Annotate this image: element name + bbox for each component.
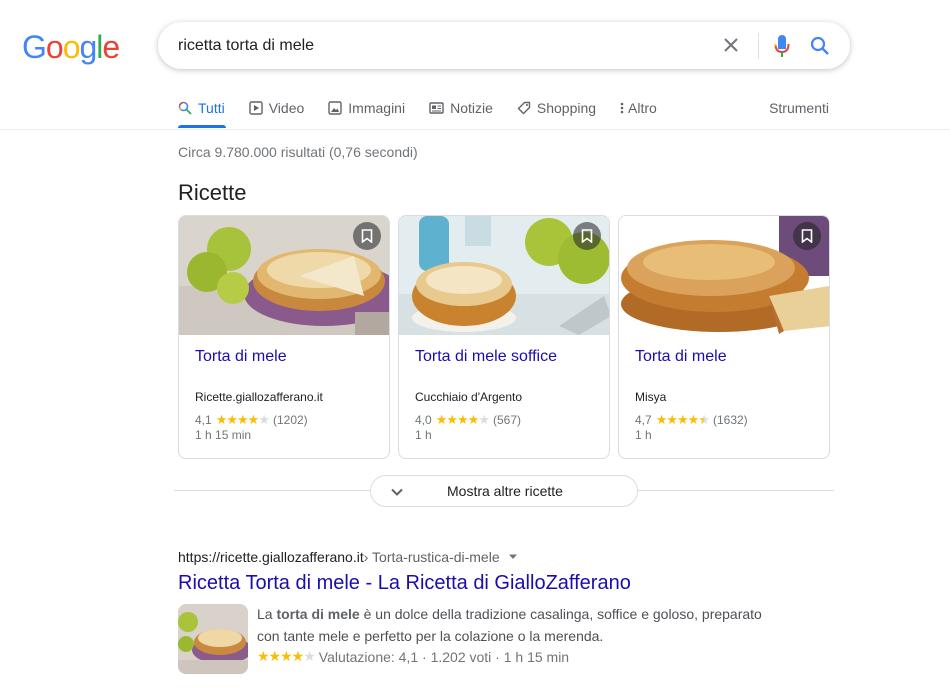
recipe-image	[399, 216, 609, 335]
recipe-source: Misya	[635, 390, 667, 404]
recipe-title[interactable]: Torta di mele	[195, 348, 287, 366]
recipe-time: 1 h	[415, 428, 432, 442]
snippet-text: La	[257, 606, 277, 622]
rating-value: 4,7	[635, 413, 652, 427]
recipe-rating: 4,0 ★★★★★ (567)	[415, 412, 521, 428]
search-tabs: Tutti Video Immagini Notizie Shopping Al…	[178, 98, 681, 130]
rating-count: (1632)	[712, 413, 748, 427]
tab-video[interactable]: Video	[249, 98, 305, 118]
tag-icon	[517, 101, 531, 115]
recipe-source: Ricette.giallozafferano.it	[195, 390, 323, 404]
tab-images[interactable]: Immagini	[328, 98, 405, 118]
recipes-heading: Ricette	[178, 180, 247, 205]
tab-label: Tutti	[198, 100, 225, 116]
tools-button[interactable]: Strumenti	[769, 98, 829, 118]
tab-label: Shopping	[536, 100, 597, 116]
show-more-label: Mostra altre ricette	[447, 483, 563, 499]
logo-letter: g	[79, 29, 97, 65]
google-logo[interactable]: Google	[22, 29, 120, 65]
search-input[interactable]	[178, 22, 698, 69]
result-thumbnail[interactable]	[178, 604, 248, 674]
rating-text: Valutazione: 4,1 · 1.202 voti · 1 h 15 m…	[318, 648, 570, 665]
header-divider	[0, 129, 950, 130]
search-button[interactable]	[808, 34, 832, 58]
bookmark-icon	[361, 229, 373, 243]
active-tab-indicator	[178, 125, 226, 128]
caret-down-icon	[508, 554, 517, 559]
result-title-link[interactable]: Ricetta Torta di mele - La Ricetta di Gi…	[178, 572, 631, 595]
result-url[interactable]: https://ricette.giallozafferano.it › Tor…	[178, 549, 518, 565]
clear-button[interactable]	[720, 34, 742, 56]
result-breadcrumb: › Torta-rustica-di-mele	[363, 549, 500, 565]
tab-label: Immagini	[348, 100, 406, 116]
save-recipe-button[interactable]	[353, 222, 381, 250]
voice-search-button[interactable]	[770, 33, 794, 59]
result-stats: Circa 9.780.000 risultati (0,76 secondi)	[178, 144, 418, 160]
show-more-recipes-button[interactable]: Mostra altre ricette	[370, 475, 638, 507]
logo-letter: G	[22, 29, 47, 65]
star-rating: ★★★★★	[435, 412, 490, 427]
rating-count: (1202)	[272, 413, 308, 427]
close-icon	[724, 38, 738, 52]
rating-count: (567)	[492, 413, 521, 427]
tab-news[interactable]: Notizie	[429, 98, 493, 118]
recipe-source: Cucchiaio d'Argento	[415, 390, 523, 404]
microphone-icon	[774, 35, 790, 57]
chevron-down-icon	[391, 488, 403, 496]
rating-value: 4,1	[195, 413, 212, 427]
rating-value: 4,0	[415, 413, 432, 427]
recipe-time: 1 h	[635, 428, 652, 442]
logo-letter: e	[102, 29, 120, 65]
search-box	[158, 22, 850, 69]
news-icon	[429, 102, 444, 114]
recipe-card[interactable]: Torta di mele Misya 4,7 ★★★★★ (1632) 1 h	[618, 215, 830, 459]
recipe-rating: 4,1 ★★★★★ (1202)	[195, 412, 308, 428]
tab-label: Altro	[628, 100, 657, 116]
recipe-title[interactable]: Torta di mele soffice	[415, 348, 557, 366]
result-domain: https://ricette.giallozafferano.it	[178, 549, 364, 565]
recipe-time: 1 h 15 min	[195, 428, 252, 442]
bookmark-icon	[801, 229, 813, 243]
tab-all[interactable]: Tutti	[178, 98, 225, 118]
star-rating: ★★★★★	[257, 648, 316, 664]
snippet-highlight: torta di mele	[276, 606, 360, 622]
recipe-title[interactable]: Torta di mele	[635, 348, 727, 366]
star-rating: ★★★★★	[215, 412, 270, 427]
result-snippet: La torta di mele è un dolce della tradiz…	[257, 603, 777, 647]
image-icon	[328, 101, 342, 115]
recipe-image	[179, 216, 389, 335]
result-rating: ★★★★★ Valutazione: 4,1 · 1.202 voti · 1 …	[257, 648, 569, 665]
tab-shopping[interactable]: Shopping	[517, 98, 596, 118]
search-icon	[810, 36, 829, 55]
recipe-carousel: Torta di mele Ricette.giallozafferano.it…	[178, 215, 838, 459]
result-menu-button[interactable]	[508, 554, 518, 560]
star-rating: ★★★★★	[655, 412, 710, 427]
recipe-card[interactable]: Torta di mele Ricette.giallozafferano.it…	[178, 215, 390, 459]
video-icon	[249, 101, 263, 115]
recipe-rating: 4,7 ★★★★★ (1632)	[635, 412, 748, 428]
bookmark-icon	[581, 229, 593, 243]
recipe-image	[619, 216, 829, 335]
tab-label: Video	[268, 100, 305, 116]
save-recipe-button[interactable]	[793, 222, 821, 250]
searchbox-divider	[758, 33, 759, 59]
tab-more[interactable]: Altro	[620, 98, 657, 118]
more-vert-icon	[620, 102, 624, 114]
logo-letter: o	[45, 29, 64, 65]
save-recipe-button[interactable]	[573, 222, 601, 250]
logo-letter: o	[62, 29, 81, 65]
tab-label: Notizie	[450, 100, 493, 116]
search-icon	[178, 101, 192, 115]
recipe-card[interactable]: Torta di mele soffice Cucchiaio d'Argent…	[398, 215, 610, 459]
